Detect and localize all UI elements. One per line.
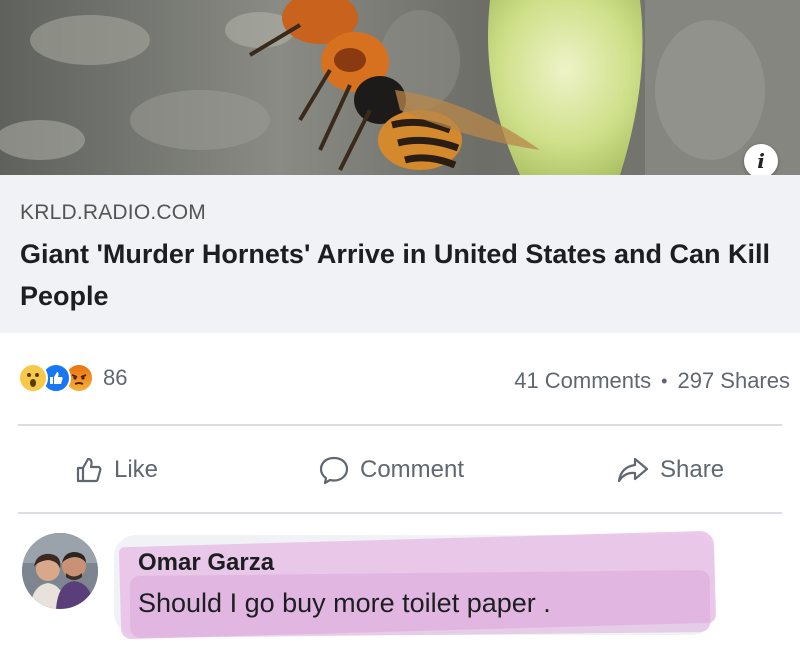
like-label: Like (114, 456, 159, 483)
avatar[interactable] (22, 533, 98, 609)
share-button[interactable]: Share (616, 448, 724, 492)
comment: Omar Garza Should I go buy more toilet p… (0, 525, 800, 645)
comment-label: Comment (360, 456, 465, 483)
share-count[interactable]: 297 Shares (677, 368, 790, 394)
link-preview-text[interactable]: KRLD.RADIO.COM Giant 'Murder Hornets' Ar… (0, 175, 800, 333)
share-arrow-icon (617, 457, 649, 483)
like-button[interactable]: Like (74, 448, 158, 492)
comment-text: Should I go buy more toilet paper . (138, 588, 551, 618)
link-domain: KRLD.RADIO.COM (20, 201, 206, 224)
separator-dot: • (661, 370, 668, 391)
link-title[interactable]: Giant 'Murder Hornets' Arrive in United … (20, 233, 780, 317)
action-bar: Like Comment Share (0, 430, 800, 510)
reaction-count[interactable]: 86 (103, 365, 127, 391)
comment-author[interactable]: Omar Garza (138, 549, 274, 577)
comment-bubble-icon (319, 456, 349, 485)
engagement-counts: 41 Comments • 297 Shares (514, 368, 790, 394)
divider (18, 512, 782, 514)
link-preview-image[interactable]: i (0, 0, 800, 175)
comment-button[interactable]: Comment (318, 448, 464, 492)
reaction-summary[interactable]: 86 (18, 363, 127, 393)
post-stats: 86 41 Comments • 297 Shares (0, 355, 800, 405)
comment-count[interactable]: 41 Comments (514, 368, 651, 394)
info-icon[interactable]: i (744, 144, 778, 175)
wow-reaction-icon (18, 363, 48, 393)
hornet-photo (0, 0, 800, 175)
facebook-post: i KRLD.RADIO.COM Giant 'Murder Hornets' … (0, 0, 800, 645)
share-label: Share (660, 456, 725, 483)
thumbs-up-icon (76, 457, 102, 483)
divider (18, 424, 782, 426)
